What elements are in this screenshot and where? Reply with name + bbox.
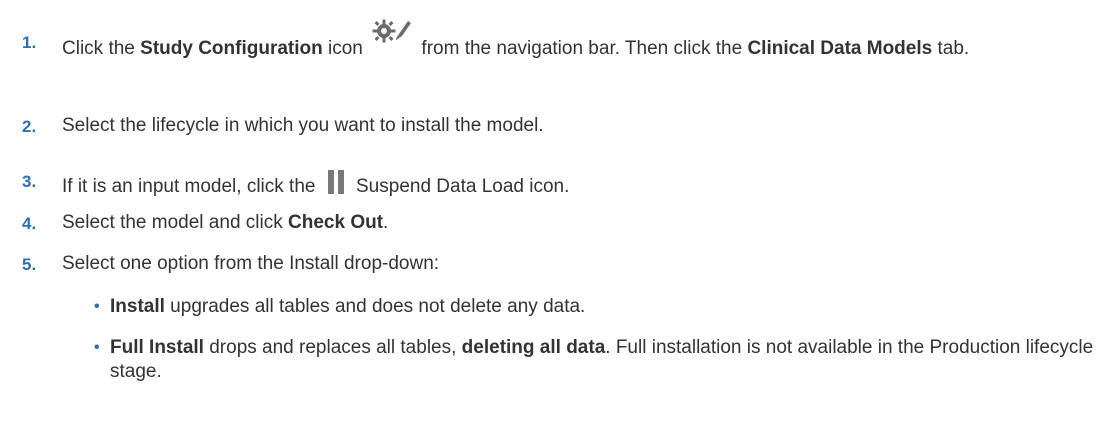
step-text-part: If it is an input model, click the <box>62 176 321 197</box>
bullet-full-install: • Full Install drops and replaces all ta… <box>0 332 1110 402</box>
bullet-install: • Install upgrades all tables and does n… <box>0 291 1110 321</box>
step-number: 3. <box>22 172 37 191</box>
step-4: 4. Select the model and click Check Out. <box>0 207 1110 237</box>
step-text: Select one option from the Install drop-… <box>62 253 440 274</box>
step-text-part: Select the model and click <box>62 212 289 233</box>
step-2: 2. Select the lifecycle in which you wan… <box>0 110 1110 140</box>
step-number: 2. <box>22 117 37 136</box>
step-text-part: tab. <box>932 38 970 59</box>
bullet-text: Install upgrades all tables and does not… <box>110 295 1110 319</box>
step-text: Click the Study Configuration icon from … <box>62 19 1110 61</box>
step-text-part: Suspend Data Load icon. <box>350 176 570 197</box>
step-3: 3. If it is an input model, click the Su… <box>0 165 1110 197</box>
bullet-text: Full Install drops and replaces all tabl… <box>110 336 1110 384</box>
step-5: 5. Select one option from the Install dr… <box>0 248 1110 278</box>
bullet-text-part: drops and replaces all tables, <box>203 337 462 358</box>
emphasis-deleting-all-data: deleting all data <box>461 337 606 358</box>
ui-term-clinical-data-models: Clinical Data Models <box>747 38 933 59</box>
ui-term-check-out: Check Out <box>288 212 384 233</box>
ui-term-study-configuration: Study Configuration <box>140 38 323 59</box>
bullet-marker: • <box>94 339 100 356</box>
bullet-marker: • <box>94 298 100 315</box>
step-text-part: from the navigation bar. Then click the <box>416 38 748 59</box>
step-number: 5. <box>22 255 37 274</box>
step-1: 1. Click the Study Configuration icon fr… <box>0 0 1110 80</box>
step-text-part: . <box>383 212 389 233</box>
step-number: 1. <box>22 33 37 52</box>
step-text: Select the model and click Check Out. <box>62 211 1110 235</box>
study-configuration-gear-pencil-icon <box>372 19 412 43</box>
step-text-part: Click the <box>62 38 141 59</box>
ui-term-full-install: Full Install <box>110 337 204 358</box>
step-number: 4. <box>22 214 37 233</box>
ui-term-install: Install <box>110 296 165 317</box>
pause-icon <box>327 170 344 194</box>
step-text: Select the lifecycle in which you want t… <box>62 115 544 136</box>
bullet-text-part: upgrades all tables and does not delete … <box>164 296 586 317</box>
step-text-part: icon <box>322 38 363 59</box>
step-text: If it is an input model, click the Suspe… <box>62 169 1110 199</box>
